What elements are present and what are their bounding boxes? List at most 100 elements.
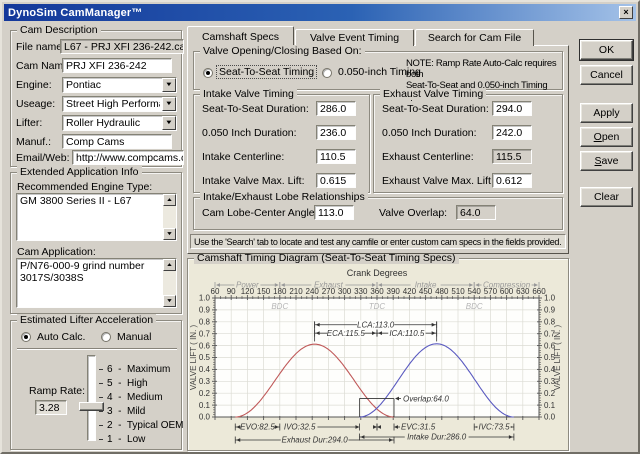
svg-text:210: 210 <box>289 287 303 296</box>
valve-overlap-label: Valve Overlap: <box>379 207 448 219</box>
slider-scale-label: 5 - High <box>99 376 184 390</box>
svg-text:VALVE LIFT ( IN. ): VALVE LIFT ( IN. ) <box>553 324 562 390</box>
ramp-rate-value: 3.28 <box>35 400 67 415</box>
intake-050-duration-input[interactable]: 236.0 <box>316 125 356 140</box>
intake-seat-duration-input[interactable]: 286.0 <box>316 101 356 116</box>
save-button[interactable]: Save <box>580 151 633 171</box>
scroll-up-icon[interactable]: ▲ <box>163 194 176 206</box>
svg-text:480: 480 <box>435 287 449 296</box>
svg-text:VALVE LIFT ( IN. ): VALVE LIFT ( IN. ) <box>189 324 198 390</box>
slider-scale-label: 3 - Mild <box>99 404 184 418</box>
cam-name-input[interactable]: PRJ XFI 236-242 <box>62 58 172 73</box>
svg-text:0.9: 0.9 <box>544 306 556 315</box>
svg-text:Power: Power <box>236 281 259 290</box>
scrollbar[interactable]: ▲ ▼ <box>163 259 176 307</box>
svg-text:0.8: 0.8 <box>199 318 211 327</box>
tab-valve-event-timing[interactable]: Valve Event Timing <box>295 29 414 46</box>
clear-button[interactable]: Clear <box>580 187 633 207</box>
exhaust-seat-duration-input[interactable]: 294.0 <box>492 101 532 116</box>
auto-calc-label[interactable]: Auto Calc. <box>35 331 87 343</box>
title-bar[interactable]: DynoSim CamManager™ × <box>4 4 636 21</box>
svg-text:90: 90 <box>227 287 236 296</box>
exhaust-timing-group: Exhaust Valve Timing Seat-To-Seat Durati… <box>373 88 563 193</box>
svg-text:180: 180 <box>273 287 287 296</box>
seat-to-seat-label[interactable]: Seat-To-Seat Timing <box>215 65 318 79</box>
extended-info-title: Extended Application Info <box>17 166 142 178</box>
cam-application-textarea[interactable]: P/N76-000-9 grind number 3017S/3038S ▲ ▼ <box>16 258 177 308</box>
svg-text:BDC: BDC <box>466 302 483 311</box>
svg-text:360: 360 <box>370 287 384 296</box>
dropdown-arrow-icon[interactable]: ▼ <box>162 78 176 92</box>
useage-select[interactable]: Street High Performance ▼ <box>62 96 177 112</box>
search-hint: Use the 'Search' tab to locate and test … <box>190 234 566 249</box>
valve-basis-title: Valve Opening/Closing Based On: <box>200 45 365 57</box>
dropdown-arrow-icon[interactable]: ▼ <box>162 116 176 130</box>
manual-radio[interactable] <box>101 332 111 342</box>
scrollbar[interactable]: ▲ ▼ <box>163 194 176 240</box>
exhaust-timing-title: Exhaust Valve Timing <box>380 88 487 100</box>
fifty-thou-radio[interactable] <box>322 68 332 78</box>
lobe-relationships-title: Intake/Exhaust Lobe Relationships <box>200 191 368 203</box>
svg-text:0.1: 0.1 <box>199 401 211 410</box>
lobe-relationships-group: Intake/Exhaust Lobe Relationships Cam Lo… <box>193 191 563 230</box>
apply-button[interactable]: Apply <box>580 103 633 123</box>
svg-text:IVC:73.5: IVC:73.5 <box>478 423 510 432</box>
scroll-down-icon[interactable]: ▼ <box>163 295 176 307</box>
email-web-label: Email/Web: <box>16 152 70 164</box>
email-web-input[interactable]: http://www.compcams.com <box>72 150 184 165</box>
divider <box>17 348 177 350</box>
svg-text:0.1: 0.1 <box>544 401 556 410</box>
svg-text:Exhaust: Exhaust <box>314 281 344 290</box>
exhaust-max-lift-input[interactable]: 0.612 <box>492 173 532 188</box>
svg-text:510: 510 <box>451 287 465 296</box>
engine-type-textarea[interactable]: GM 3800 Series II - L67 ▲ ▼ <box>16 193 177 241</box>
engine-select[interactable]: Pontiac ▼ <box>62 77 177 93</box>
lobe-center-angle-input[interactable]: 113.0 <box>314 205 354 220</box>
svg-text:0.6: 0.6 <box>199 341 211 350</box>
close-button[interactable]: × <box>619 6 633 19</box>
svg-text:BDC: BDC <box>271 302 288 311</box>
cam-application-label: Cam Application: <box>17 246 96 258</box>
tab-camshaft-specs[interactable]: Camshaft Specs <box>187 26 294 46</box>
lifter-acceleration-title: Estimated Lifter Acceleration <box>17 314 157 326</box>
dropdown-arrow-icon[interactable]: ▼ <box>162 97 176 111</box>
svg-text:Intake Dur:286.0: Intake Dur:286.0 <box>407 433 467 442</box>
svg-text:ICA:110.5: ICA:110.5 <box>389 329 425 338</box>
lobe-center-angle-label: Cam Lobe-Center Angle: <box>202 207 318 219</box>
intake-centerline-input[interactable]: 110.5 <box>316 149 356 164</box>
open-button[interactable]: Open <box>580 127 633 147</box>
exhaust-050-duration-input[interactable]: 242.0 <box>492 125 532 140</box>
ramp-rate-slider-track[interactable] <box>87 355 96 441</box>
manuf-input[interactable]: Comp Cams <box>62 134 172 149</box>
slider-scale-label: 1 - Low <box>99 432 184 446</box>
engine-label: Engine: <box>16 79 52 91</box>
scroll-down-icon[interactable]: ▼ <box>163 228 176 240</box>
intake-max-lift-input[interactable]: 0.615 <box>316 173 356 188</box>
seat-to-seat-radio[interactable] <box>203 68 213 78</box>
svg-text:0.7: 0.7 <box>199 329 211 338</box>
timing-diagram-group: Camshaft Timing Diagram (Seat-To-Seat Ti… <box>187 252 569 451</box>
lifter-acceleration-group: Estimated Lifter Acceleration Auto Calc.… <box>10 314 184 450</box>
cam-description-title: Cam Description <box>17 24 101 36</box>
svg-text:Compression: Compression <box>483 281 531 290</box>
cancel-button[interactable]: Cancel <box>580 65 633 85</box>
svg-text:EVO:82.5: EVO:82.5 <box>240 423 275 432</box>
lifter-select[interactable]: Roller Hydraulic ▼ <box>62 115 177 131</box>
tab-search-for-cam-file[interactable]: Search for Cam File <box>415 29 534 46</box>
scroll-up-icon[interactable]: ▲ <box>163 259 176 271</box>
svg-text:330: 330 <box>354 287 368 296</box>
svg-text:1.0: 1.0 <box>199 294 211 303</box>
svg-text:Overlap:64.0: Overlap:64.0 <box>403 394 449 403</box>
ramp-rate-label: Ramp Rate: <box>29 385 86 397</box>
svg-text:1.0: 1.0 <box>544 294 556 303</box>
lifter-label: Lifter: <box>16 117 43 129</box>
svg-text:60: 60 <box>211 287 220 296</box>
ok-button[interactable]: OK <box>579 39 634 61</box>
window-title: DynoSim CamManager™ <box>8 6 143 19</box>
auto-calc-radio[interactable] <box>21 332 31 342</box>
svg-text:Crank Degrees: Crank Degrees <box>347 268 408 278</box>
svg-text:0.0: 0.0 <box>544 413 556 422</box>
engine-type-label: Recommended Engine Type: <box>17 181 153 193</box>
manual-label[interactable]: Manual <box>115 331 153 343</box>
svg-text:TDC: TDC <box>369 302 386 311</box>
